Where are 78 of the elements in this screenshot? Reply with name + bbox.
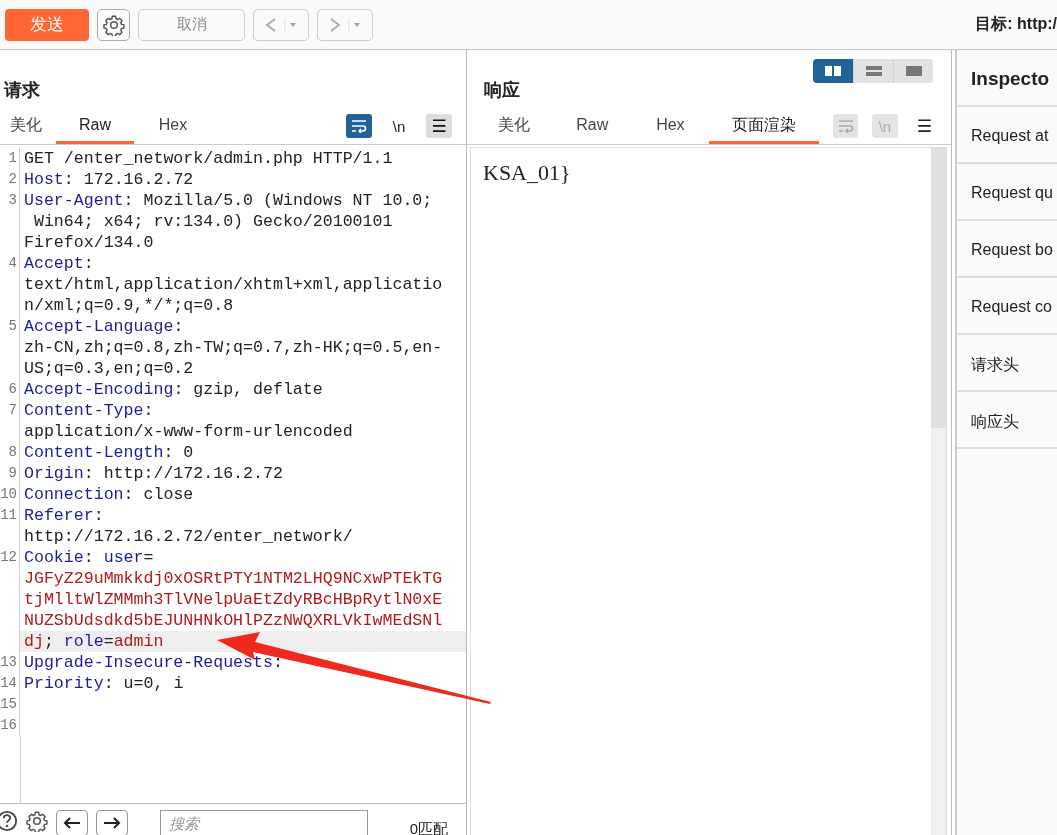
previous-button[interactable] — [56, 810, 88, 835]
tab[interactable]: Hex — [134, 114, 212, 144]
code-line: Origin: http://172.16.2.72 — [23, 463, 284, 484]
inspector-title: Inspecto — [957, 50, 1057, 107]
wrap-icon — [837, 119, 854, 133]
target-label: 目标: http:/ — [975, 14, 1057, 34]
line-number: 2 — [0, 169, 20, 190]
line-number: 9 — [0, 463, 20, 484]
line-number: 16 — [0, 715, 20, 736]
inspector-section[interactable]: Request bo — [957, 221, 1057, 278]
left-arrow-icon — [63, 816, 81, 830]
code-line: Win64; x64; rv:134.0) Gecko/20100101 — [32, 211, 394, 232]
line-number: 14 — [0, 673, 20, 694]
code-line: GET /enter_network/admin.php HTTP/1.1 — [23, 148, 394, 169]
cancel-button[interactable]: 取消 — [138, 8, 245, 41]
line-number: 4 — [0, 253, 20, 316]
tab[interactable]: Raw — [56, 114, 134, 144]
inspector-section[interactable]: Request co — [957, 278, 1057, 335]
code-line: application/x-www-form-urlencoded — [23, 421, 354, 442]
tab[interactable]: 页面渲染 — [709, 114, 819, 144]
code-line: Referer: — [23, 505, 105, 526]
menu-button[interactable]: ☰ — [426, 114, 452, 138]
code-line: US;q=0.3,en;q=0.2 — [23, 358, 195, 379]
line-number: 8 — [0, 442, 20, 463]
tab[interactable]: Hex — [631, 114, 710, 144]
code-line: Content-Length: 0 — [23, 442, 195, 463]
code-line: Accept-Language: — [23, 316, 185, 337]
line-number: 11 — [0, 505, 20, 547]
code-line: Firefox/134.0 — [23, 232, 155, 253]
code-line: Upgrade-Insecure-Requests: — [23, 652, 284, 673]
code-line: Connection: close — [23, 484, 195, 505]
line-number: 10 — [0, 484, 20, 505]
code-line: text/html,application/xhtml+xml,applicatio — [23, 274, 444, 295]
settings-icon[interactable] — [26, 810, 48, 832]
layout-icon — [824, 65, 842, 77]
code-line: Accept-Encoding: gzip, deflate — [23, 379, 324, 400]
inspector-section[interactable]: 请求头 — [957, 335, 1057, 392]
code-line: Host: 172.16.2.72 — [23, 169, 195, 190]
code-line: JGFyZ29uMmkkdj0xOSRtPTY1NTM2LHQ9NCxwPTEkTG — [23, 568, 444, 589]
code-line: n/xml;q=0.9,*/*;q=0.8 — [23, 295, 235, 316]
wrap-icon — [351, 119, 367, 133]
inspector-section[interactable]: 响应头 — [957, 392, 1057, 449]
rendered-text: KSA_01} — [483, 160, 571, 185]
wrap-lines-button[interactable] — [346, 114, 372, 138]
inspector-section[interactable]: Request qu — [957, 164, 1057, 221]
code-line: Priority: u=0, i — [23, 673, 185, 694]
line-number: 5 — [0, 316, 20, 379]
right-arrow-icon — [103, 816, 121, 830]
tab[interactable]: Raw — [553, 114, 632, 144]
tab[interactable]: 美化 — [475, 114, 554, 144]
layout-icon — [864, 65, 883, 77]
scrollbar[interactable] — [931, 148, 946, 835]
code-line: tjMlltWlZMMmh3TlVNelpUaEtZdyRBcHBpRytlN0xE — [23, 589, 444, 610]
tab[interactable]: 美化 — [0, 114, 56, 144]
code-line: http://172.16.2.72/enter_network/ — [23, 526, 354, 547]
layout-button[interactable] — [813, 59, 853, 83]
code-line: User-Agent: Mozilla/5.0 (Windows NT 10.0; — [23, 190, 434, 211]
newline-toggle[interactable]: \n — [386, 114, 412, 138]
line-number: 6 — [0, 379, 20, 400]
code-line: zh-CN,zh;q=0.8,zh-TW;q=0.7,zh-HK;q=0.5,en- — [23, 337, 444, 358]
layout-button[interactable] — [893, 59, 933, 83]
code-line: Cookie: user= — [23, 547, 155, 568]
code-line: Content-Type: — [23, 400, 155, 421]
help-icon[interactable] — [0, 810, 18, 832]
next-button[interactable] — [96, 810, 128, 835]
search-field[interactable]: 搜索 — [160, 810, 368, 835]
code-line: NUZSbUdsdkd5bEJUNHNkOHlPZzNWQXRLVkIwMEdSNl — [23, 610, 444, 631]
line-number: 1 — [0, 148, 20, 169]
line-number: 15 — [0, 694, 20, 715]
panel-title: 请求 — [4, 79, 40, 102]
panel-title: 响应 — [484, 79, 520, 102]
menu-button[interactable]: ☰ — [911, 114, 937, 138]
line-number: 13 — [0, 652, 20, 673]
line-number: 7 — [0, 400, 20, 442]
line-number: 3 — [0, 190, 20, 253]
code-line: Accept: — [23, 253, 95, 274]
layout-icon — [904, 65, 923, 77]
inspector-section[interactable]: Request at — [957, 107, 1057, 164]
